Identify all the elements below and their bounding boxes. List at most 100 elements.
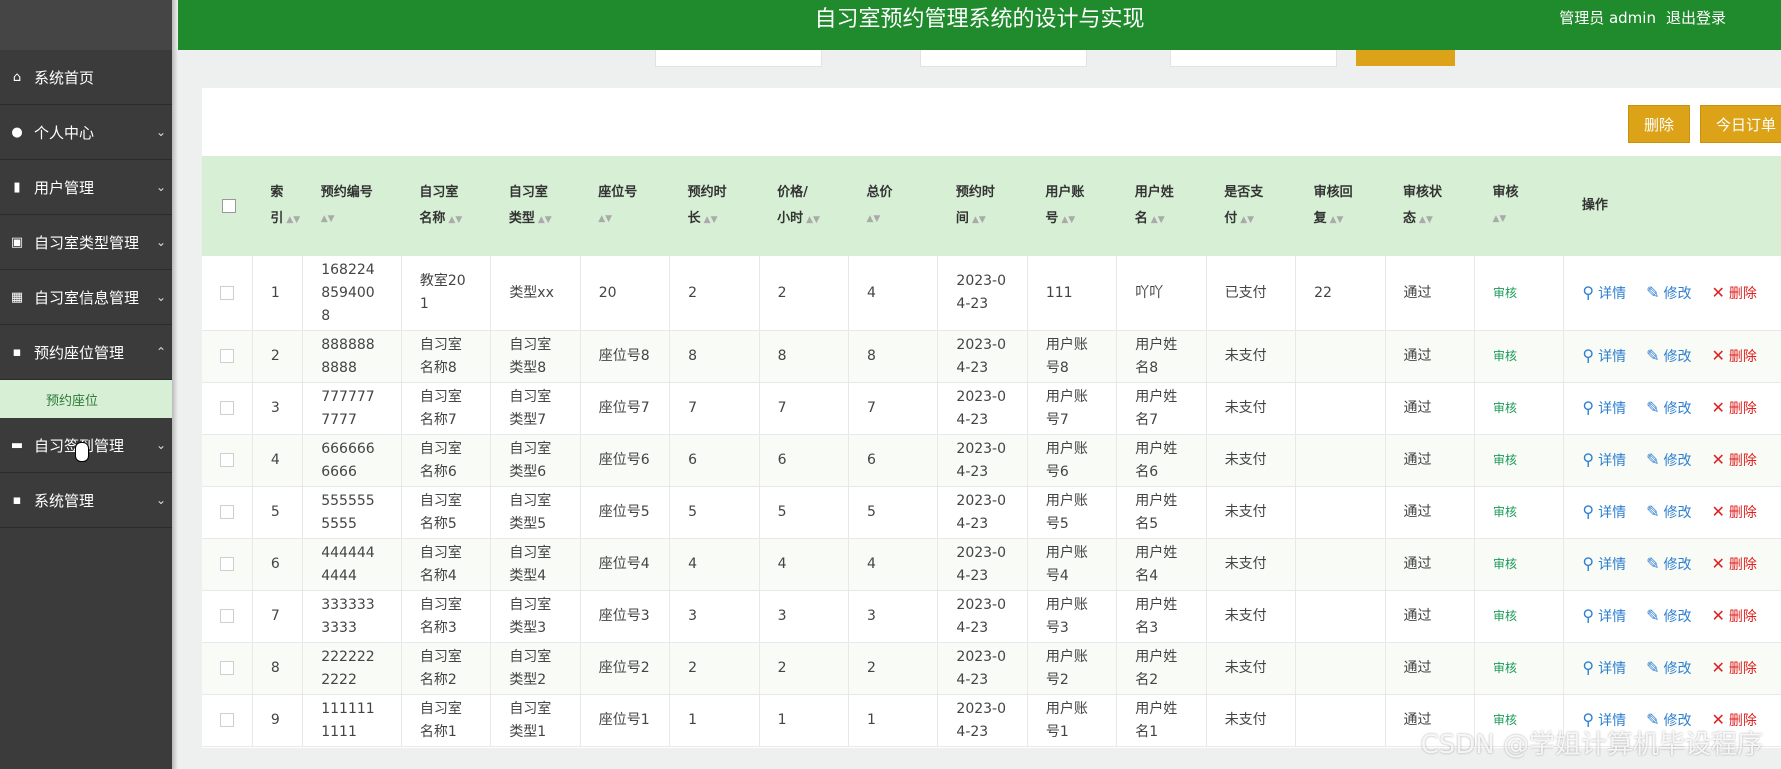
column-header-line2: 复 [1313,210,1327,226]
row-checkbox[interactable] [220,401,234,415]
cell-text: 3333333333 [321,596,375,636]
batch-delete-button[interactable]: 删除 [1628,105,1690,143]
cell-seat: 座位号2 [580,642,671,695]
sidebar-item-4[interactable]: ▦ 自习室信息管理 ⌄ [0,270,172,325]
audit-link[interactable]: 审核 [1493,286,1517,300]
delete-button[interactable]: ✕ 删除 [1712,283,1757,302]
detail-button[interactable]: ⚲ 详情 [1582,658,1626,677]
column-header-line2: 态 [1403,210,1417,226]
edit-button[interactable]: ✎ 修改 [1646,450,1691,469]
row-select-cell [202,590,253,643]
edit-button[interactable]: ✎ 修改 [1646,658,1692,677]
sort-icon[interactable]: ▲▼ [867,206,938,232]
sort-icon[interactable]: ▲▼ [972,215,986,225]
edit-button[interactable]: ✎ 修改 [1646,283,1691,302]
cell-code: 8888888888 [302,330,402,383]
detail-button[interactable]: ⚲ 详情 [1582,398,1626,417]
sort-icon[interactable]: ▲▼ [704,215,718,225]
select-all-checkbox[interactable] [222,198,236,213]
column-header[interactable]: 自习室 名称 ▲▼ [401,156,491,256]
sort-icon[interactable]: ▲▼ [321,206,402,232]
column-header[interactable]: 预约编号 ▲▼ [302,156,402,256]
column-header[interactable]: 索引 ▲▼ [252,156,303,256]
delete-button[interactable]: ✕ 删除 [1712,658,1757,677]
edit-button[interactable]: ✎ 修改 [1646,398,1691,417]
detail-button[interactable]: ⚲ 详情 [1582,554,1626,573]
edit-button[interactable]: ✎ 修改 [1646,346,1691,365]
sidebar-item-3[interactable]: ▣ 自习室类型管理 ⌄ [0,215,172,270]
edit-button[interactable]: ✎ 修改 [1646,502,1691,521]
sort-icon[interactable]: ▲▼ [448,215,462,225]
column-header[interactable]: 座位号 ▲▼ [580,156,670,256]
cell-text: 3 [270,400,280,416]
row-checkbox[interactable] [220,713,234,727]
logout-link[interactable]: 退出登录 [1666,9,1726,27]
row-checkbox[interactable] [220,285,234,300]
sort-icon[interactable]: ▲▼ [538,215,552,225]
sidebar-item-1[interactable]: ● 个人中心 ⌄ [0,105,172,160]
column-header[interactable]: 是否支付 ▲▼ [1206,156,1296,256]
audit-link[interactable]: 审核 [1493,505,1517,519]
delete-button[interactable]: ✕ 删除 [1712,554,1757,573]
edit-label: 修改 [1663,661,1692,677]
column-header[interactable]: 预约时间 ▲▼ [937,156,1028,256]
audit-link[interactable]: 审核 [1493,609,1517,623]
detail-button[interactable]: ⚲ 详情 [1582,283,1626,302]
sort-icon[interactable]: ▲▼ [1419,215,1433,225]
sort-icon[interactable]: ▲▼ [1492,206,1563,232]
cell-status: 通过 [1385,434,1475,487]
column-header[interactable]: 审核回复 ▲▼ [1295,156,1386,256]
delete-button[interactable]: ✕ 删除 [1712,606,1757,625]
edit-button[interactable]: ✎ 修改 [1646,606,1691,625]
sort-icon[interactable]: ▲▼ [1240,215,1254,225]
sidebar-item-0[interactable]: ⌂ 系统首页 [0,50,172,105]
column-header[interactable]: 用户姓名 ▲▼ [1116,156,1207,256]
column-header[interactable]: 价格/小时 ▲▼ [759,156,849,256]
delete-button[interactable]: ✕ 删除 [1712,450,1757,469]
detail-button[interactable]: ⚲ 详情 [1582,502,1626,521]
cell-type: 自习室类型8 [490,330,581,383]
audit-link[interactable]: 审核 [1493,453,1517,467]
search-input-3[interactable] [1170,50,1337,67]
audit-link[interactable]: 审核 [1493,349,1517,363]
sort-icon[interactable]: ▲▼ [1151,215,1165,225]
sort-icon[interactable]: ▲▼ [286,215,300,225]
audit-link[interactable]: 审核 [1493,401,1517,415]
sidebar-item-2[interactable]: ▮ 用户管理 ⌄ [0,160,172,215]
detail-button[interactable]: ⚲ 详情 [1582,450,1626,469]
sidebar-item-7[interactable]: ▪ 系统管理 ⌄ [0,473,172,528]
delete-button[interactable]: ✕ 删除 [1712,346,1757,365]
column-header[interactable]: 用户账号 ▲▼ [1027,156,1117,256]
column-header[interactable]: 审核 ▲▼ [1474,156,1564,256]
row-checkbox[interactable] [220,609,234,623]
search-button[interactable] [1356,50,1455,66]
column-header[interactable]: 自习室 类型 ▲▼ [490,156,581,256]
cell-code: 1111111111 [302,694,402,747]
row-checkbox[interactable] [220,453,234,467]
cell-price: 1 [759,694,850,747]
edit-button[interactable]: ✎ 修改 [1646,554,1691,573]
sort-icon[interactable]: ▲▼ [1330,215,1344,225]
row-checkbox[interactable] [220,505,234,519]
sort-icon[interactable]: ▲▼ [598,206,669,232]
sidebar-item-5[interactable]: ▪ 预约座位管理 ⌃ [0,325,172,380]
sort-icon[interactable]: ▲▼ [806,215,820,225]
delete-button[interactable]: ✕ 删除 [1712,502,1757,521]
sort-icon[interactable]: ▲▼ [1061,215,1075,225]
today-orders-button[interactable]: 今日订单 [1700,105,1781,143]
sidebar-subitem-seat[interactable]: 预约座位 [0,380,172,418]
detail-button[interactable]: ⚲ 详情 [1582,346,1626,365]
row-checkbox[interactable] [220,349,234,363]
search-input-2[interactable] [920,50,1087,67]
detail-button[interactable]: ⚲ 详情 [1582,606,1626,625]
column-header[interactable]: 审核状态 ▲▼ [1385,156,1475,256]
audit-link[interactable]: 审核 [1493,557,1517,571]
row-checkbox[interactable] [220,557,234,571]
column-header[interactable]: 总价 ▲▼ [848,156,938,256]
search-input-1[interactable] [655,50,822,67]
delete-button[interactable]: ✕ 删除 [1712,398,1757,417]
row-checkbox[interactable] [220,661,234,675]
cell-time: 2023-04-23 [937,486,1028,539]
audit-link[interactable]: 审核 [1493,661,1517,675]
column-header[interactable]: 预约时长 ▲▼ [669,156,760,256]
